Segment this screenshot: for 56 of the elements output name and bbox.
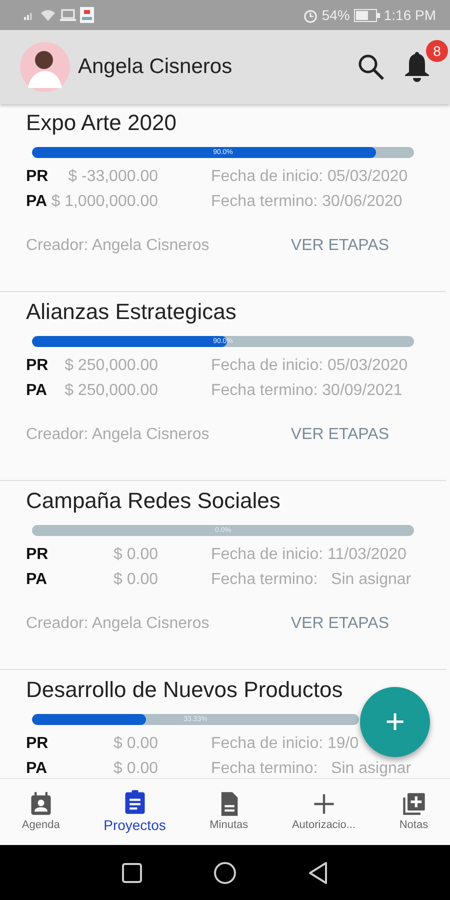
nav-tab[interactable]: Proyectos <box>104 788 166 836</box>
nav-tab[interactable]: Minutas <box>210 790 248 834</box>
nav-tab[interactable]: Agenda <box>22 790 60 834</box>
view-stages-button[interactable]: VER ETAPAS <box>290 234 389 258</box>
bell-icon[interactable] <box>402 50 432 82</box>
creator-text: Creador: Angela Cisneros <box>26 614 210 634</box>
creator-text: Creador: Angela Cisneros <box>26 425 210 445</box>
search-button[interactable] <box>356 52 386 82</box>
budget-label: PA <box>26 381 48 401</box>
budget-amount: $ 250,000.00 <box>64 356 158 376</box>
date-text: Fecha termino: Sin asignar <box>211 570 412 590</box>
wifi-icon <box>40 9 56 21</box>
date-text: Fecha termino: 30/09/2021 <box>211 381 404 401</box>
clock-time: 1:16 PM <box>384 6 436 24</box>
date-text: Fecha de inicio: 05/03/2020 <box>211 356 409 376</box>
laptop-icon <box>60 9 76 21</box>
budget-amount: $ 0.00 <box>112 545 158 565</box>
budget-label: PR <box>26 545 48 565</box>
date-text: Fecha de inicio: 11/03/2020 <box>211 545 408 565</box>
alarm-icon <box>302 8 318 22</box>
budget-label: PA <box>26 192 48 212</box>
user-name: Angela Cisneros <box>78 54 234 80</box>
budget-label: PR <box>26 734 48 754</box>
budget-label: PA <box>26 759 48 778</box>
project-title: Campaña Redes Sociales <box>26 487 282 515</box>
budget-amount: $ 1,000,000.00 <box>50 192 158 212</box>
nav-tab[interactable]: Autorizacio... <box>292 790 356 834</box>
view-stages-button[interactable]: VER ETAPAS <box>290 612 389 636</box>
nav-tab[interactable]: Notas <box>399 790 428 834</box>
budget-label: PA <box>26 570 48 590</box>
project-title: Desarrollo de Nuevos Productos <box>26 676 344 704</box>
app-icon <box>80 7 94 23</box>
recent-apps-button[interactable] <box>121 862 143 884</box>
battery-level: 54% <box>322 6 350 24</box>
view-stages-button[interactable]: VER ETAPAS <box>290 423 389 447</box>
budget-amount: $ -33,000.00 <box>67 167 158 187</box>
project-title: Alianzas Estrategicas <box>26 298 238 326</box>
date-text: Fecha de inicio: 05/03/2020 <box>211 167 409 187</box>
creator-text: Creador: Angela Cisneros <box>26 236 210 256</box>
notification-count: 8 <box>426 40 448 62</box>
date-text: Fecha termino: 30/06/2020 <box>211 192 404 212</box>
add-stack-icon <box>400 790 427 817</box>
project-title: Expo Arte 2020 <box>26 109 178 137</box>
budget-amount: $ 0.00 <box>112 734 158 754</box>
back-button[interactable] <box>307 860 329 884</box>
battery-icon <box>354 8 380 22</box>
home-button[interactable] <box>213 860 237 884</box>
budget-amount: $ 0.00 <box>112 570 158 590</box>
add-button[interactable]: + <box>360 687 430 757</box>
budget-amount: $ 0.00 <box>112 759 158 778</box>
date-text: Fecha de inicio: 19/0 <box>211 734 360 754</box>
budget-amount: $ 250,000.00 <box>64 381 158 401</box>
budget-label: PR <box>26 356 48 376</box>
avatar <box>20 42 70 92</box>
budget-label: PR <box>26 167 48 187</box>
date-text: Fecha termino: Sin asignar <box>211 759 412 778</box>
